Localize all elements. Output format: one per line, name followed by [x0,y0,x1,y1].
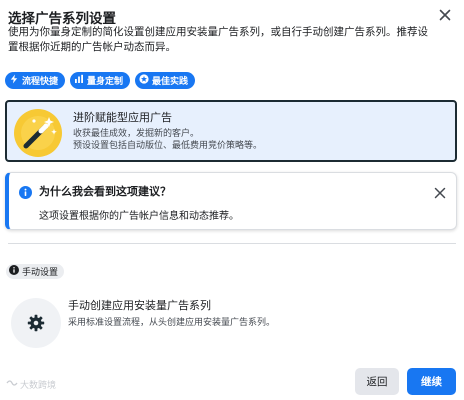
info-icon [19,184,32,199]
option-title: 手动创建应用安装量广告系列 [68,299,211,312]
watermark-text: 大数跨境 [20,381,57,391]
manual-campaign-option[interactable]: 手动创建应用安装量广告系列 采用标准设置流程，从头创建应用安装量广告系列。 [5,290,457,352]
feature-chips: 流程快捷 量身定制 最佳实践 [5,72,196,89]
option-description: 采用标准设置流程，从头创建应用安装量广告系列。 [68,318,276,328]
advantage-plus-app-option[interactable]: 进阶赋能型应用广告 收获最佳成效，发掘新的客户。 预设设置包括自动版位、最低费用… [5,100,457,162]
badge-label: 手动设置 [22,268,59,278]
notice-body: 这项设置根据你的广告帐户信息和动态推荐。 [39,211,239,222]
watermark-logo-icon [6,378,18,391]
lightning-icon [9,74,19,87]
option-title: 进阶赋能型应用广告 [73,111,172,124]
chip-best-practice: 最佳实践 [135,72,196,89]
back-button[interactable]: 返回 [355,368,399,395]
dialog-title: 选择广告系列设置 [8,11,116,27]
close-icon[interactable] [433,185,447,199]
info-icon [9,265,19,278]
chip-label: 最佳实践 [152,77,189,87]
close-icon[interactable] [437,7,453,23]
chip-label: 量身定制 [87,77,124,87]
chip-label: 流程快捷 [22,77,59,87]
watermark: 大数跨境 [6,378,56,391]
option-description: 预设设置包括自动版位、最低费用竞价策略等。 [73,141,263,151]
notice-title: 为什么我会看到这项建议？ [39,185,171,198]
continue-button[interactable]: 继续 [407,368,456,395]
star-icon [139,74,149,87]
bar-chart-icon [74,74,84,87]
chip-fast-flow: 流程快捷 [5,72,66,89]
campaign-setup-dialog: 选择广告系列设置 使用为你量身定制的简化设置创建应用安装量广告系列，或自行手动创… [0,0,464,400]
chip-tailored: 量身定制 [70,72,131,89]
gear-icon [11,298,61,348]
recommendation-notice: 为什么我会看到这项建议？ 这项设置根据你的广告帐户信息和动态推荐。 [5,172,457,230]
divider [8,243,456,244]
dialog-description: 使用为你量身定制的简化设置创建应用安装量广告系列，或自行手动创建广告系列。推荐设… [8,26,428,53]
magic-wand-icon [14,109,62,157]
manual-setup-badge: 手动设置 [6,264,65,279]
